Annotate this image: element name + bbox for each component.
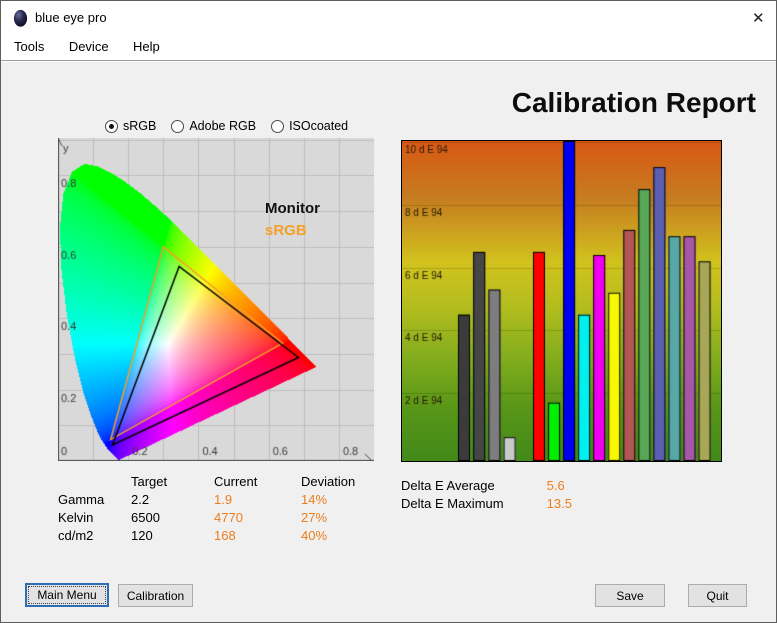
delta-e-maximum-value: 13.5 (546, 496, 572, 511)
luminance-target: 120 (131, 528, 153, 543)
menu-bar: Tools Device Help (1, 35, 776, 61)
luminance-deviation: 40% (301, 528, 328, 543)
delta-e-average-row: Delta E Average 5.6 (401, 477, 572, 495)
title-bar: blue eye pro ✕ (1, 1, 776, 35)
table-header-row: Target Current Deviation (58, 473, 388, 491)
calibration-button[interactable]: Calibration (118, 584, 193, 607)
luminance-current: 168 (214, 528, 236, 543)
main-menu-button[interactable]: Main Menu (25, 583, 109, 607)
delta-e-maximum-label: Delta E Maximum (401, 496, 504, 511)
header-empty (58, 473, 131, 491)
close-icon[interactable]: ✕ (746, 8, 766, 28)
gamma-current: 1.9 (214, 492, 233, 507)
kelvin-deviation: 27% (301, 510, 328, 525)
menu-item-help[interactable]: Help (123, 35, 170, 58)
quit-button[interactable]: Quit (688, 584, 747, 607)
delta-e-average-label: Delta E Average (401, 478, 495, 493)
radio-adobe-rgb[interactable]: Adobe RGB (171, 119, 256, 133)
radio-adobe-rgb-label: Adobe RGB (189, 119, 257, 133)
header-deviation: Deviation (301, 474, 356, 489)
delta-e-bar-chart (402, 141, 721, 461)
radio-button-icon (105, 119, 118, 133)
kelvin-current: 4770 (214, 510, 243, 525)
radio-button-icon (171, 119, 185, 133)
row-label: Kelvin (58, 510, 94, 525)
menu-item-device[interactable]: Device (59, 35, 119, 58)
delta-e-chart-panel (401, 140, 722, 462)
app-logo-icon (13, 9, 28, 27)
gamma-target: 2.2 (131, 492, 150, 507)
legend-srgb: sRGB (265, 222, 307, 239)
radio-button-icon (271, 119, 285, 133)
radio-srgb-label: sRGB (123, 119, 157, 133)
header-target: Target (131, 474, 168, 489)
delta-e-summary: Delta E Average 5.6 Delta E Maximum 13.5 (401, 477, 572, 513)
kelvin-target: 6500 (131, 510, 160, 525)
save-button[interactable]: Save (595, 584, 665, 607)
window-title: blue eye pro (35, 10, 107, 25)
gamut-selector: sRGB Adobe RGB ISOcoated (105, 119, 348, 133)
delta-e-average-value: 5.6 (546, 478, 565, 493)
table-row-kelvin: Kelvin 6500 4770 27% (58, 509, 388, 527)
row-label: cd/m2 (58, 528, 94, 543)
table-row-gamma: Gamma 2.2 1.9 14% (58, 491, 388, 509)
delta-e-maximum-row: Delta E Maximum 13.5 (401, 495, 572, 513)
menu-item-tools[interactable]: Tools (4, 35, 54, 58)
table-row-luminance: cd/m2 120 168 40% (58, 527, 388, 545)
row-label: Gamma (58, 492, 105, 507)
radio-isocoated[interactable]: ISOcoated (271, 119, 348, 133)
page-title: Calibration Report (511, 87, 756, 118)
header-current: Current (214, 474, 258, 489)
cie-diagram-panel: Monitor sRGB (58, 138, 374, 461)
cie-chromaticity-diagram (58, 138, 374, 461)
results-table: Target Current Deviation Gamma 2.2 1.9 1… (58, 473, 388, 545)
gamma-deviation: 14% (301, 492, 328, 507)
radio-isocoated-label: ISOcoated (289, 119, 349, 133)
radio-srgb[interactable]: sRGB (105, 119, 156, 133)
blue-eye-pro-window: { "window": { "title": "blue eye pro", "… (0, 0, 777, 623)
legend-monitor: Monitor (265, 200, 320, 217)
